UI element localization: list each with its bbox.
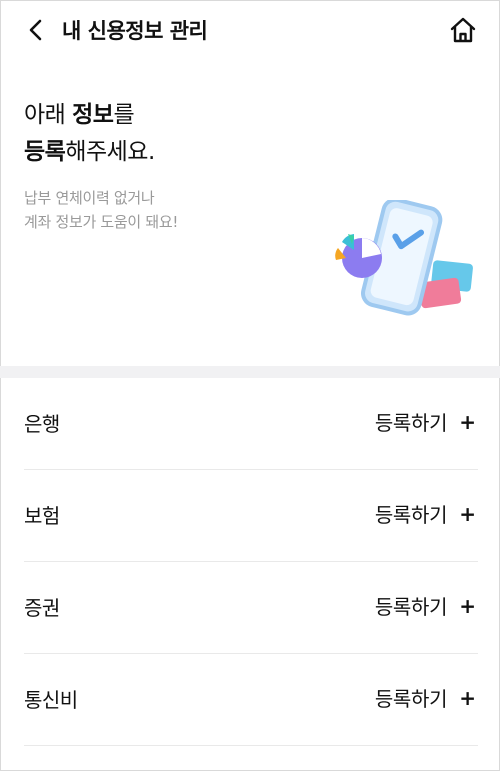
plus-icon: + [459, 593, 476, 618]
section-divider-band [0, 366, 500, 378]
headline: 아래 정보를 등록해주세요. [24, 97, 155, 171]
home-icon [450, 17, 476, 43]
headline-line-1: 아래 정보를 [24, 97, 155, 134]
description-line-2: 계좌 정보가 도움이 돼요! [24, 213, 179, 231]
plus-icon: + [459, 501, 476, 526]
headline-bold: 정보 [72, 102, 114, 128]
list-item-bank[interactable]: 은행 등록하기 + [24, 378, 478, 470]
list-item-label: 은행 [24, 412, 60, 436]
register-label: 등록하기 [374, 595, 448, 619]
hero-section: 아래 정보를 등록해주세요. 납부 연체이력 없거나 계좌 정보가 도움이 돼요… [0, 60, 500, 366]
list-item-insurance[interactable]: 보험 등록하기 + [24, 470, 478, 562]
register-button[interactable]: 등록하기 + [375, 683, 476, 712]
headline-text: 를 [113, 102, 135, 128]
list-item-label: 증권 [24, 596, 60, 620]
plus-icon: + [459, 409, 476, 434]
page-title: 내 신용정보 관리 [62, 19, 208, 43]
headline-bold: 등록 [24, 139, 66, 165]
top-app-bar: 내 신용정보 관리 [0, 0, 500, 60]
headline-text: 해주세요. [65, 139, 155, 165]
headline-line-2: 등록해주세요. [24, 134, 155, 171]
register-button[interactable]: 등록하기 + [375, 591, 476, 620]
register-label: 등록하기 [374, 687, 448, 711]
register-button[interactable]: 등록하기 + [375, 407, 476, 436]
headline-text: 아래 [24, 102, 73, 128]
chevron-left-icon [29, 19, 42, 41]
list-item-telecom[interactable]: 통신비 등록하기 + [24, 654, 478, 746]
phone-checkmark-illustration [335, 200, 473, 316]
list-item-securities[interactable]: 증권 등록하기 + [24, 562, 478, 654]
register-button[interactable]: 등록하기 + [375, 499, 476, 528]
back-button[interactable] [22, 16, 50, 44]
description-line-1: 납부 연체이력 없거나 [24, 189, 155, 207]
register-label: 등록하기 [374, 503, 448, 527]
list-item-label: 보험 [24, 504, 60, 528]
register-label: 등록하기 [374, 411, 448, 435]
plus-icon: + [459, 685, 476, 710]
list-item-label: 통신비 [24, 688, 78, 712]
home-button[interactable] [448, 15, 478, 45]
hero-description: 납부 연체이력 없거나 계좌 정보가 도움이 돼요! [24, 186, 178, 234]
